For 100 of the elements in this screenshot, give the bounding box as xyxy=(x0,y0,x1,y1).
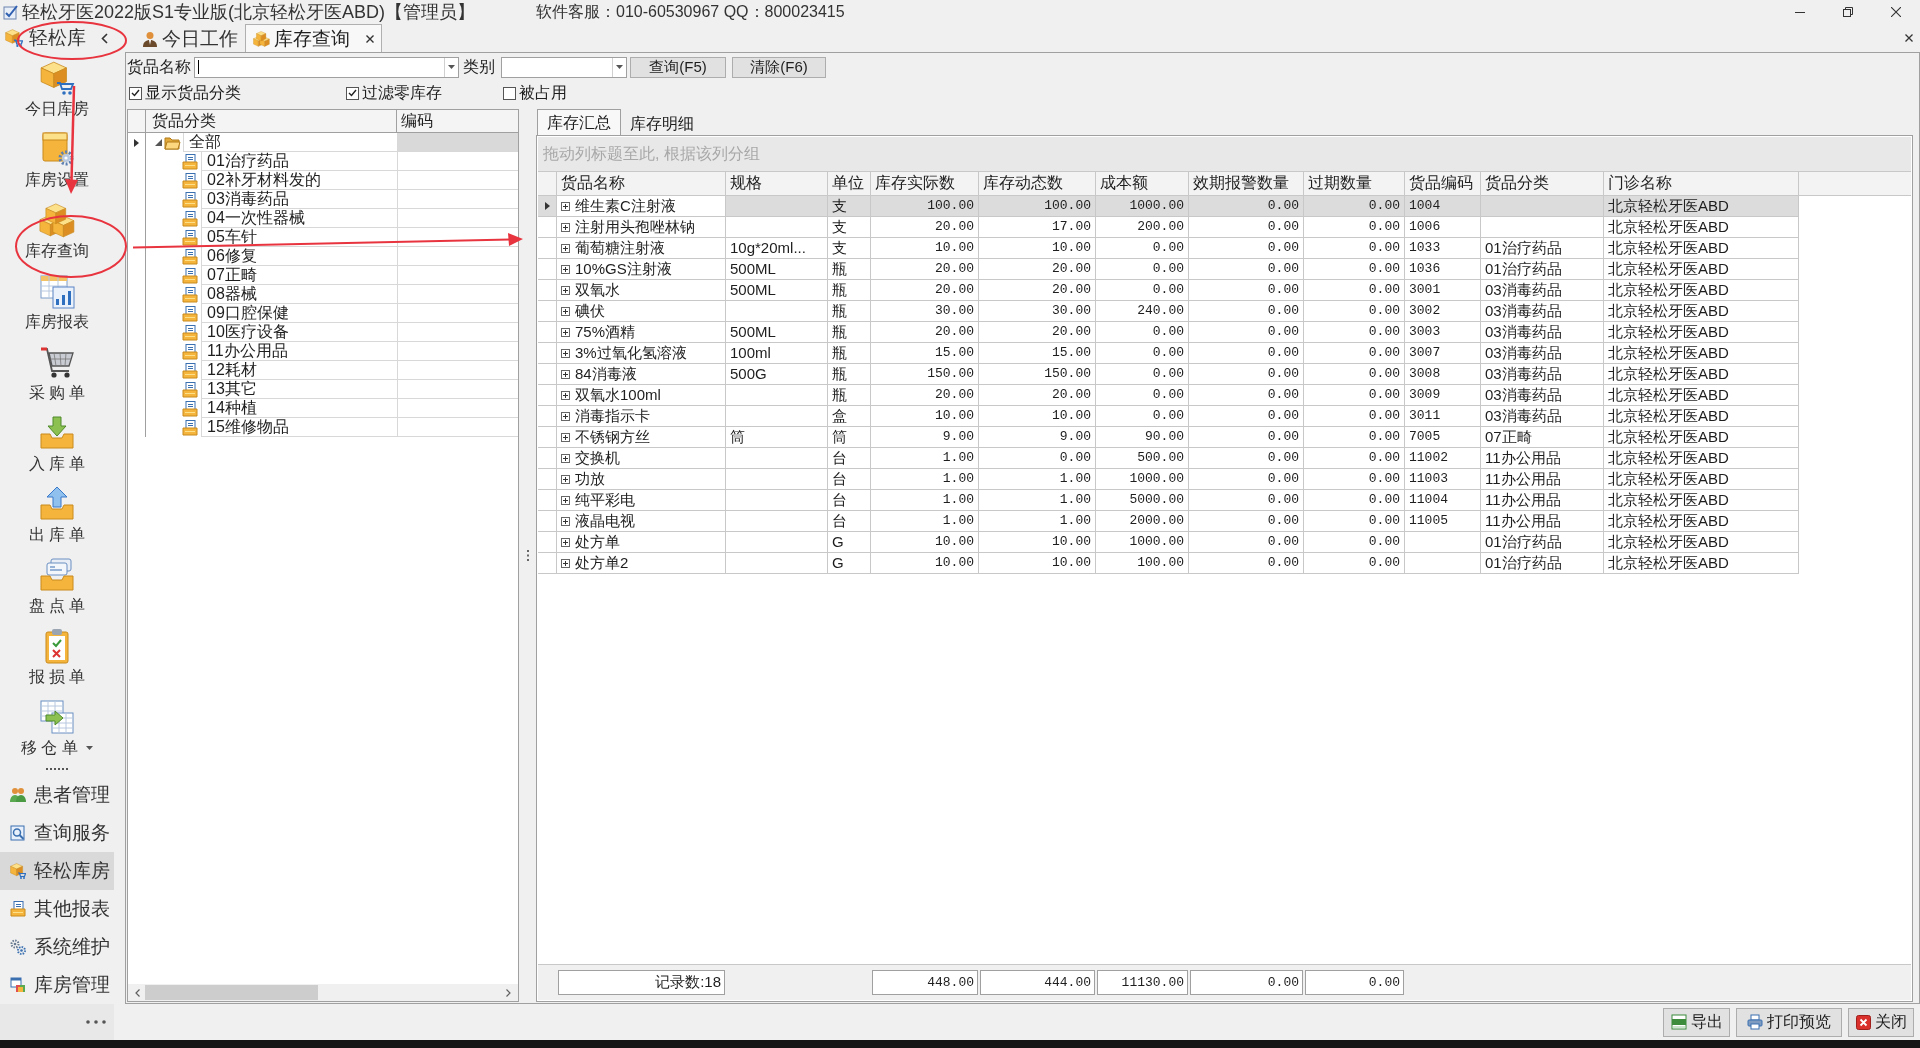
document-tray-icon xyxy=(182,305,198,322)
table-row[interactable]: 双氧水100ml 瓶 20.00 20.00 0.00 0.00 0.00 3009 03消毒药品 北京轻松牙医ABD xyxy=(538,385,1799,406)
table-cell-text: 10.00 xyxy=(1052,407,1091,425)
tab[interactable]: 库存明细 xyxy=(621,112,703,135)
nav-item[interactable]: 库房管理 xyxy=(0,966,114,1004)
plus-square-icon[interactable] xyxy=(561,411,570,421)
column-header[interactable]: 过期数量 xyxy=(1304,172,1405,195)
column-header[interactable]: 门诊名称 xyxy=(1604,172,1799,195)
plus-square-icon[interactable] xyxy=(561,285,570,295)
export-button[interactable]: 导出 xyxy=(1663,1007,1730,1037)
table-row[interactable]: 不锈钢方丝 筒 筒 9.00 9.00 90.00 0.00 0.00 7005 07正畸 北京轻松牙医ABD xyxy=(538,427,1799,448)
nav-item[interactable]: 轻松库房 xyxy=(0,852,114,890)
plus-square-icon[interactable] xyxy=(561,201,570,211)
checkbox[interactable] xyxy=(129,86,142,100)
sidebar-tool[interactable]: 出 库 单 xyxy=(0,478,114,549)
plus-square-icon[interactable] xyxy=(561,222,570,232)
plus-square-icon[interactable] xyxy=(561,306,570,316)
column-header[interactable]: 成本额 xyxy=(1096,172,1189,195)
table-row[interactable]: 葡萄糖注射液 10g*20ml... 支 10.00 10.00 0.00 0.00 0.00 1033 01治疗药品 北京轻松牙医ABD xyxy=(538,238,1799,259)
corner-triangle-icon[interactable] xyxy=(154,139,162,146)
table-row[interactable]: 3%过氧化氢溶液 100ml 瓶 15.00 15.00 0.00 0.00 0.00 3007 03消毒药品 北京轻松牙医ABD xyxy=(538,343,1799,364)
table-row[interactable]: 处方单 G 10.00 10.00 1000.00 0.00 0.00 01治疗药品 北京轻松牙医ABD xyxy=(538,532,1799,553)
table-row[interactable]: 纯平彩电 台 1.00 1.00 5000.00 0.00 0.00 11004 11办公用品 北京轻松牙医ABD xyxy=(538,490,1799,511)
category-combobox[interactable] xyxy=(501,56,627,78)
column-header[interactable]: 库存实际数 xyxy=(871,172,979,195)
plus-square-icon[interactable] xyxy=(561,390,570,400)
sidebar-tool[interactable]: 盘 点 单 xyxy=(0,549,114,620)
column-header[interactable]: 库存动态数 xyxy=(979,172,1096,195)
table-cell-text: 30.00 xyxy=(935,302,974,320)
column-header[interactable]: 货品分类 xyxy=(1481,172,1604,195)
chevron-left-icon[interactable] xyxy=(101,32,108,44)
table-row[interactable]: 处方单2 G 10.00 10.00 100.00 0.00 0.00 01治疗药品 北京轻松牙医ABD xyxy=(538,553,1799,574)
splitter-grip-icon[interactable] xyxy=(526,550,529,561)
query-button[interactable]: 查询(F5) xyxy=(630,56,726,78)
group-hint: 拖动列标题至此, 根据该列分组 xyxy=(543,144,760,164)
scrollbar-thumb[interactable] xyxy=(145,985,318,1000)
table-row[interactable]: 交换机 台 1.00 0.00 500.00 0.00 0.00 11002 11办公用品 北京轻松牙医ABD xyxy=(538,448,1799,469)
plus-square-icon[interactable] xyxy=(561,516,570,526)
horizontal-scrollbar[interactable] xyxy=(128,984,518,1001)
table-row[interactable]: 75%酒精 500ML 瓶 20.00 20.00 0.00 0.00 0.00 3003 03消毒药品 北京轻松牙医ABD xyxy=(538,322,1799,343)
table-cell: 03消毒药品 xyxy=(1485,343,1562,363)
sidebar-tool[interactable]: 采 购 单 xyxy=(0,336,114,407)
close-button[interactable]: 关闭 xyxy=(1848,1007,1914,1037)
table-row[interactable]: 碘伏 瓶 30.00 30.00 240.00 0.00 0.00 3002 03消毒药品 北京轻松牙医ABD xyxy=(538,301,1799,322)
plus-square-icon[interactable] xyxy=(561,243,570,253)
column-header[interactable]: 货品编码 xyxy=(1405,172,1481,195)
table-row[interactable]: 维生素C注射液 支 100.00 100.00 1000.00 0.00 0.00 1004 北京轻松牙医ABD xyxy=(538,196,1799,217)
sidebar-tool[interactable]: 报 损 单 xyxy=(0,620,114,691)
close-icon[interactable] xyxy=(1891,7,1901,17)
plus-square-icon[interactable] xyxy=(561,495,570,505)
column-header[interactable]: 货品分类 xyxy=(146,110,397,132)
nav-item[interactable]: 系统维护 xyxy=(0,928,114,966)
table-cell-text: 0.00 xyxy=(1368,218,1400,236)
table-cell-text: 20.00 xyxy=(1052,281,1091,299)
chevron-left-icon[interactable] xyxy=(135,988,140,997)
column-header[interactable]: 规格 xyxy=(726,172,828,195)
plus-square-icon[interactable] xyxy=(561,327,570,337)
print-preview-button[interactable]: 打印预览 xyxy=(1736,1007,1842,1037)
column-header[interactable]: 编码 xyxy=(397,110,518,132)
sidebar-tool[interactable]: 库存查询 xyxy=(0,194,114,265)
table-row[interactable]: 10%GS注射液 500ML 瓶 20.00 20.00 0.00 0.00 0.00 1036 01治疗药品 北京轻松牙医ABD xyxy=(538,259,1799,280)
column-header[interactable]: 货品名称 xyxy=(557,172,726,195)
nav-item[interactable]: 查询服务 xyxy=(0,814,114,852)
product-name-combobox[interactable] xyxy=(194,56,459,78)
plus-square-icon[interactable] xyxy=(561,348,570,358)
tab[interactable]: 库存查询 xyxy=(245,24,382,52)
plus-square-icon[interactable] xyxy=(561,264,570,274)
plus-square-icon[interactable] xyxy=(561,453,570,463)
sidebar-tool[interactable]: 库房报表 xyxy=(0,265,114,336)
close-icon[interactable] xyxy=(366,34,374,43)
table-cell: 北京轻松牙医ABD xyxy=(1608,364,1729,384)
table-row[interactable]: 84消毒液 500G 瓶 150.00 150.00 0.00 0.00 0.00 3008 03消毒药品 北京轻松牙医ABD xyxy=(538,364,1799,385)
clear-button[interactable]: 清除(F6) xyxy=(732,56,826,78)
nav-item[interactable]: 其他报表 xyxy=(0,890,114,928)
tab[interactable]: 今日工作 xyxy=(135,26,245,52)
restore-icon[interactable] xyxy=(1843,7,1853,17)
minimize-icon[interactable] xyxy=(1795,11,1805,13)
column-header[interactable]: 单位 xyxy=(828,172,871,195)
table-cell: 瓶 xyxy=(832,343,847,363)
sidebar-tool[interactable]: 移 仓 单 xyxy=(0,691,114,762)
document-tray-icon xyxy=(182,248,198,265)
table-cell-text: 0.00 xyxy=(1368,512,1400,530)
table-row[interactable]: 注射用头孢唑林钠 支 20.00 17.00 200.00 0.00 0.00 1006 北京轻松牙医ABD xyxy=(538,217,1799,238)
plus-square-icon[interactable] xyxy=(561,537,570,547)
plus-square-icon[interactable] xyxy=(561,558,570,568)
column-header[interactable]: 效期报警数量 xyxy=(1189,172,1304,195)
table-row[interactable]: 双氧水 500ML 瓶 20.00 20.00 0.00 0.00 0.00 3001 03消毒药品 北京轻松牙医ABD xyxy=(538,280,1799,301)
close-icon[interactable] xyxy=(1905,34,1913,42)
plus-square-icon[interactable] xyxy=(561,369,570,379)
plus-square-icon[interactable] xyxy=(561,432,570,442)
sidebar-tool[interactable]: 入 库 单 xyxy=(0,407,114,478)
nav-item[interactable]: 患者管理 xyxy=(0,776,114,814)
checkbox[interactable] xyxy=(346,86,359,100)
table-row[interactable]: 消毒指示卡 盒 10.00 10.00 0.00 0.00 0.00 3011 03消毒药品 北京轻松牙医ABD xyxy=(538,406,1799,427)
chevron-right-icon[interactable] xyxy=(506,988,511,997)
checkbox[interactable] xyxy=(503,86,516,100)
tab[interactable]: 库存汇总 xyxy=(537,109,621,135)
table-row[interactable]: 功放 台 1.00 1.00 1000.00 0.00 0.00 11003 11办公用品 北京轻松牙医ABD xyxy=(538,469,1799,490)
table-row[interactable]: 液晶电视 台 1.00 1.00 2000.00 0.00 0.00 11005 11办公用品 北京轻松牙医ABD xyxy=(538,511,1799,532)
plus-square-icon[interactable] xyxy=(561,474,570,484)
